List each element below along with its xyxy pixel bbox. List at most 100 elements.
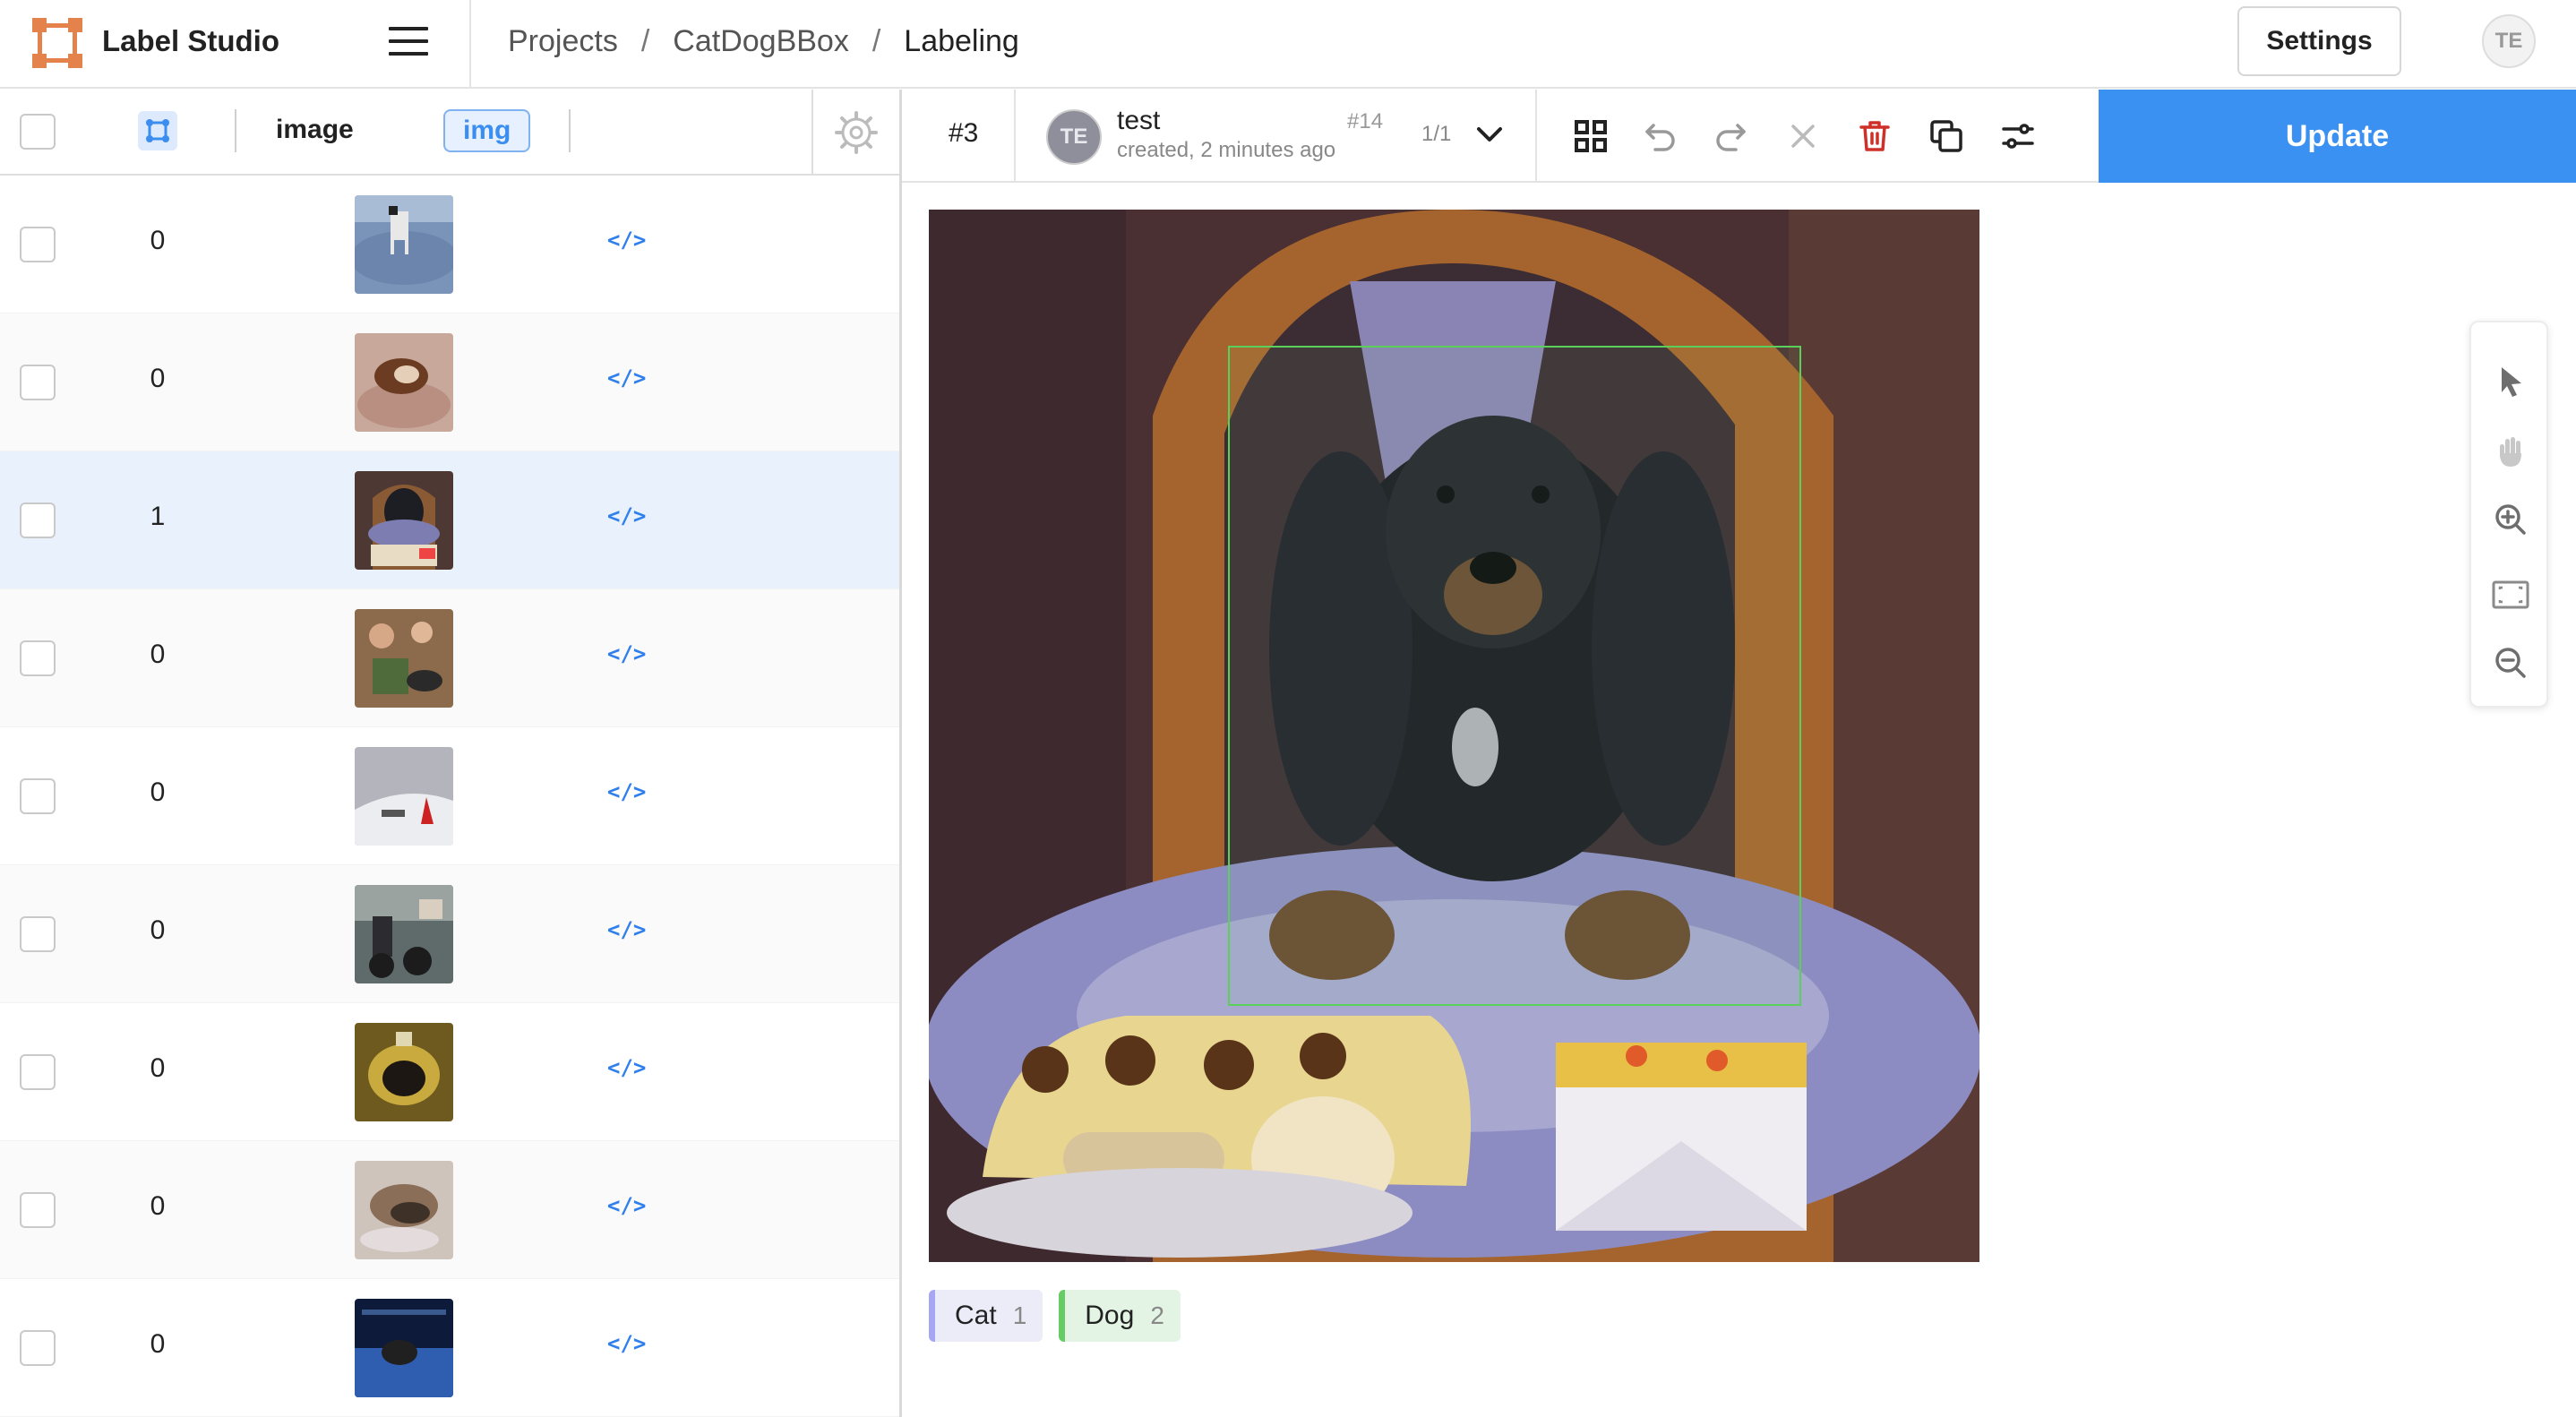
image-tools-panel [2469,321,2548,708]
breadcrumb-projects[interactable]: Projects [508,24,618,59]
row-source-code-icon[interactable]: </> [607,503,646,528]
header-divider [469,0,471,89]
row-checkbox[interactable] [20,778,56,814]
settings-button[interactable]: Settings [2237,6,2401,76]
update-button[interactable]: Update [2099,90,2576,183]
table-row[interactable]: 0 </> [0,1141,899,1279]
column-header-image[interactable]: image [276,115,354,145]
table-row[interactable]: 0 </> [0,727,899,865]
pan-hand-icon[interactable] [2489,430,2532,473]
select-all-checkbox[interactable] [20,114,56,150]
row-source-code-icon[interactable]: </> [607,1331,646,1356]
columns-settings-gear-icon[interactable] [811,90,899,176]
annotation-image-canvas[interactable] [929,210,1979,1262]
row-source-code-icon[interactable]: </> [607,1055,646,1080]
row-source-code-icon[interactable]: </> [607,641,646,666]
label-studio-logo-icon [32,18,82,68]
row-checkbox[interactable] [20,227,56,262]
row-checkbox[interactable] [20,1192,56,1228]
menu-hamburger-icon[interactable] [389,27,428,59]
id-column-icon[interactable] [138,111,177,150]
chevron-down-icon[interactable] [1472,116,1507,157]
table-row[interactable]: 0 </> [0,1279,899,1417]
annotation-toolbar: #3 TE test created, 2 minutes ago #14 1/… [902,90,2576,183]
label-dog[interactable]: Dog 2 [1059,1290,1181,1342]
row-thumbnail [355,747,453,846]
annotator-name: test [1117,106,1161,135]
label-name: Dog [1085,1301,1135,1330]
row-annotation-count: 0 [150,364,166,393]
row-thumbnail [355,609,453,708]
label-name: Cat [955,1301,997,1330]
row-thumbnail [355,333,453,432]
row-thumbnail [355,471,453,570]
data-table-panel: image img 0 </> 0 </> 1 </> 0 </> 0 </> … [0,90,899,1417]
row-checkbox[interactable] [20,916,56,952]
row-annotation-count: 0 [150,777,166,807]
row-annotation-count: 0 [150,640,166,669]
toolbar-divider [1014,90,1016,183]
undo-icon[interactable] [1639,115,1682,158]
fit-to-screen-icon[interactable] [2489,573,2532,616]
label-cat[interactable]: Cat 1 [929,1290,1043,1342]
column-divider [235,109,236,152]
row-annotation-count: 0 [150,1191,166,1221]
row-source-code-icon[interactable]: </> [607,1193,646,1218]
row-source-code-icon[interactable]: </> [607,779,646,804]
row-thumbnail [355,885,453,983]
settings-sliders-icon[interactable] [1996,115,2039,158]
breadcrumb-separator: / [640,24,650,58]
breadcrumb-current: Labeling [904,24,1019,58]
table-row[interactable]: 0 </> [0,176,899,313]
row-annotation-count: 0 [150,915,166,945]
table-row[interactable]: 0 </> [0,865,899,1003]
label-hotkey: 1 [1012,1301,1027,1329]
table-row[interactable]: 0 </> [0,589,899,727]
redo-icon[interactable] [1709,115,1752,158]
column-divider [569,109,571,152]
row-thumbnail [355,1023,453,1121]
zoom-out-icon[interactable] [2489,641,2532,684]
table-row-selected[interactable]: 1 </> [0,451,899,589]
grid-view-icon[interactable] [1569,115,1612,158]
label-hotkey: 2 [1150,1301,1164,1329]
delete-trash-icon[interactable] [1853,115,1896,158]
row-annotation-count: 0 [150,1329,166,1359]
row-annotation-count: 0 [150,1053,166,1083]
row-source-code-icon[interactable]: </> [607,917,646,942]
column-tag-img[interactable]: img [443,109,531,152]
duplicate-copy-icon[interactable] [1925,115,1968,158]
table-row[interactable]: 0 </> [0,313,899,451]
row-checkbox[interactable] [20,502,56,538]
annotation-id: #14 [1347,109,1384,133]
label-list: Cat 1 Dog 2 [929,1290,1181,1342]
breadcrumb-project[interactable]: CatDogBBox [673,24,849,59]
table-header: image img [0,90,899,176]
row-thumbnail [355,195,453,294]
toolbar-divider [1535,90,1537,183]
task-id: #3 [949,118,979,148]
top-header: Label Studio Projects / CatDogBBox / Lab… [0,0,2576,89]
annotator-avatar: TE [1046,109,1102,165]
annotation-created-time: created, 2 minutes ago [1117,138,1336,162]
row-checkbox[interactable] [20,1330,56,1366]
zoom-in-icon[interactable] [2489,498,2532,541]
user-avatar[interactable]: TE [2482,14,2536,68]
pointer-icon[interactable] [2489,360,2532,403]
app-title: Label Studio [102,24,279,57]
row-checkbox[interactable] [20,1054,56,1090]
breadcrumb-separator: / [872,24,881,58]
row-thumbnail [355,1299,453,1397]
table-row[interactable]: 0 </> [0,1003,899,1141]
row-thumbnail [355,1161,453,1259]
row-source-code-icon[interactable]: </> [607,365,646,391]
dog-bounding-box[interactable] [1228,346,1801,1006]
breadcrumb: Projects / CatDogBBox / Labeling [508,24,1019,59]
table-rows: 0 </> 0 </> 1 </> 0 </> 0 </> 0 </> 0 </… [0,176,899,1417]
row-annotation-count: 1 [150,502,166,531]
row-checkbox[interactable] [20,640,56,676]
row-source-code-icon[interactable]: </> [607,228,646,253]
annotation-panel: #3 TE test created, 2 minutes ago #14 1/… [902,90,2576,1417]
reset-close-icon[interactable] [1782,115,1825,158]
row-checkbox[interactable] [20,365,56,400]
